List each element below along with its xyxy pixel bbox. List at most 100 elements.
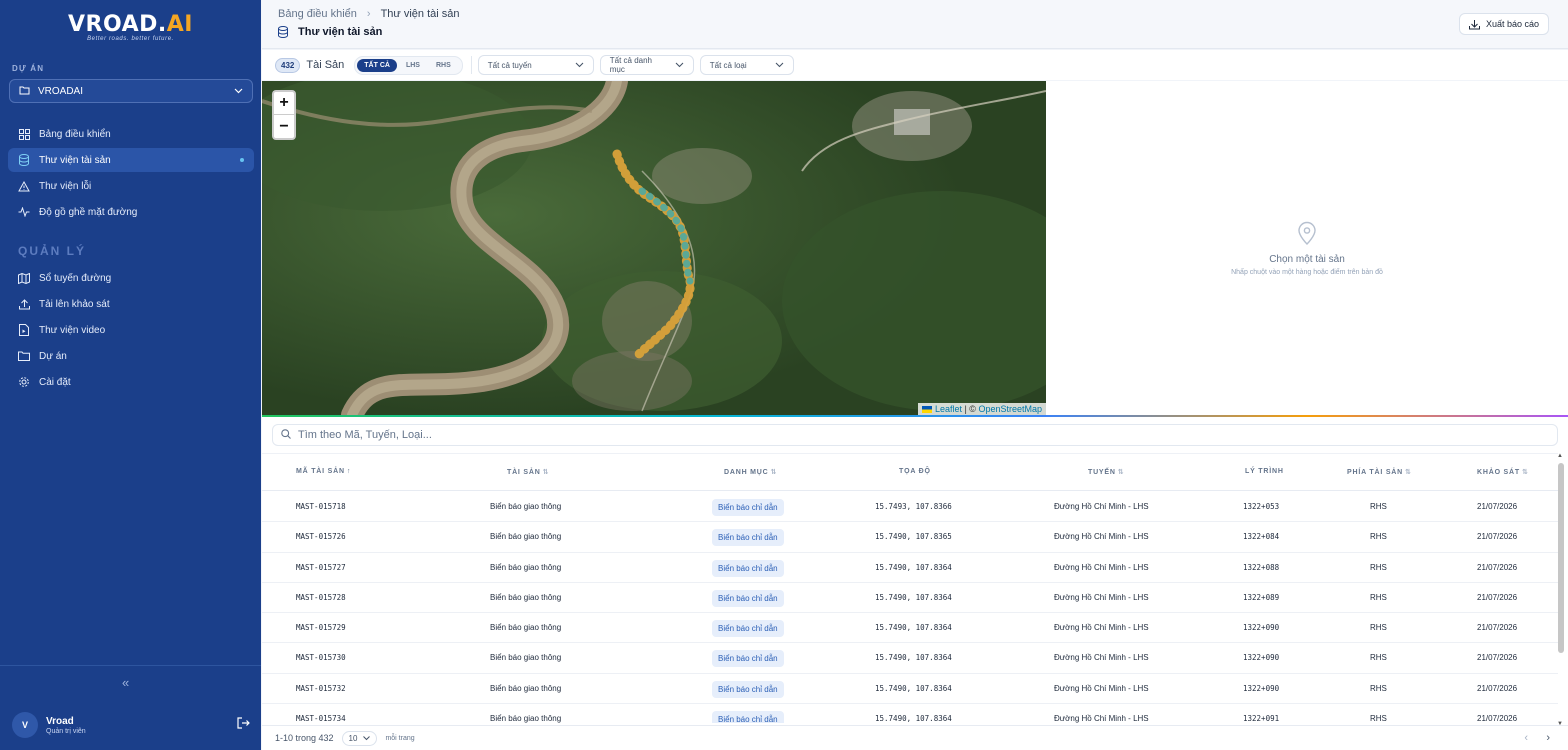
osm-link[interactable]: OpenStreetMap [978, 404, 1042, 414]
project-name: VROADAI [38, 85, 84, 97]
category-tag: Biển báo chỉ dẫn [712, 559, 784, 577]
search-input[interactable] [298, 429, 1549, 441]
table-row[interactable]: MAST-015729 Biển báo giao thông Biển báo c… [262, 613, 1558, 644]
column-header-survey[interactable]: KHẢO SÁT ⇅ [1477, 468, 1529, 476]
zoom-in-button[interactable]: + [274, 92, 294, 115]
sort-icon: ⇅ [770, 469, 778, 476]
cell-asset-id: MAST-015727 [296, 562, 346, 572]
table-row[interactable]: MAST-015730 Biển báo giao thông Biển báo c… [262, 643, 1558, 674]
category-tag: Biển báo chỉ dẫn [712, 711, 784, 723]
cell-coordinates: 15.7490, 107.8364 [875, 623, 952, 633]
cell-asset: Biển báo giao thông [490, 714, 562, 723]
cell-route: Đường Hồ Chí Minh - LHS [1054, 653, 1149, 663]
leaflet-link[interactable]: Leaflet [935, 404, 962, 414]
zoom-out-button[interactable]: − [274, 115, 294, 138]
cell-chainage: 1322+091 [1243, 714, 1280, 723]
type-filter-dropdown[interactable]: Tất cả loại [699, 55, 794, 75]
sidebar-item-label: Bảng điều khiển [39, 128, 111, 140]
column-header-coordinates: TỌA ĐỘ [899, 468, 931, 475]
map-book-icon [18, 272, 30, 284]
column-header-category[interactable]: DANH MỤC ⇅ [724, 468, 777, 476]
cell-route: Đường Hồ Chí Minh - LHS [1054, 532, 1149, 542]
logout-icon[interactable] [237, 716, 250, 734]
cell-survey-date: 21/07/2026 [1477, 562, 1518, 572]
cell-asset: Biển báo giao thông [490, 562, 562, 572]
sidebar-item-defect-library[interactable]: Thư viện lỗi [8, 174, 254, 198]
next-page-button[interactable]: › [1546, 732, 1550, 744]
scrollbar-thumb[interactable] [1558, 463, 1564, 653]
cell-chainage: 1322+053 [1243, 502, 1280, 511]
table-row[interactable]: MAST-015734 Biển báo giao thông Biển báo c… [262, 704, 1558, 723]
sidebar-item-upload-survey[interactable]: Tải lên khảo sát [8, 292, 254, 316]
column-header-chainage: LÝ TRÌNH [1245, 468, 1284, 475]
table-scrollbar[interactable]: ▲ ▼ [1557, 453, 1564, 727]
cell-route: Đường Hồ Chí Minh - LHS [1054, 592, 1149, 602]
user-name: Vroad [46, 715, 74, 727]
database-icon [18, 154, 30, 166]
prev-page-button[interactable]: ‹ [1524, 732, 1528, 744]
segment-lhs[interactable]: LHS [399, 59, 427, 72]
table-row[interactable]: MAST-015726 Biển báo giao thông Biển báo c… [262, 522, 1558, 553]
empty-state: Chọn một tài sản Nhấp chuột vào một hàng… [1046, 221, 1568, 276]
cell-asset: Biển báo giao thông [490, 592, 562, 602]
asset-detail-panel: Chọn một tài sản Nhấp chuột vào một hàng… [1046, 81, 1568, 415]
cell-coordinates: 15.7490, 107.8364 [875, 714, 952, 723]
page-size-select[interactable]: 10 [341, 730, 378, 746]
table-row[interactable]: MAST-015732 Biển báo giao thông Biển báo c… [262, 674, 1558, 705]
sidebar-item-projects[interactable]: Dự án [8, 344, 254, 368]
cell-route: Đường Hồ Chí Minh - LHS [1054, 502, 1149, 511]
sidebar-item-video-library[interactable]: Thư viện video [8, 318, 254, 342]
cell-asset: Biển báo giao thông [490, 653, 562, 663]
manage-nav: Sổ tuyến đường Tải lên khảo sát Thư viện… [8, 266, 254, 396]
table-row[interactable]: MAST-015718 Biển báo giao thông Biển báo c… [262, 492, 1558, 523]
cell-asset-id: MAST-015734 [296, 714, 346, 723]
sidebar-item-label: Thư viện tài sản [39, 154, 111, 166]
cell-route: Đường Hồ Chí Minh - LHS [1054, 562, 1149, 572]
pagination: 1-10 trong 432 10 mỗi trang ‹ › [262, 725, 1568, 750]
filter-bar: 432 Tài Sản TẤT CẢ LHS RHS Tất cả tuyến … [262, 50, 1568, 80]
project-selector[interactable]: VROADAI [9, 79, 253, 103]
sidebar-item-roughness[interactable]: Độ gồ ghề mặt đường [8, 200, 254, 224]
column-header-side[interactable]: PHÍA TÀI SẢN ⇅ [1347, 468, 1412, 476]
category-tag: Biển báo chỉ dẫn [712, 499, 784, 516]
cell-survey-date: 21/07/2026 [1477, 683, 1518, 693]
column-header-asset[interactable]: TÀI SẢN ⇅ [507, 468, 549, 476]
category-tag: Biển báo chỉ dẫn [712, 589, 784, 607]
cell-chainage: 1322+090 [1243, 683, 1280, 693]
column-header-asset-id[interactable]: MÃ TÀI SẢN ↑ [296, 468, 351, 475]
export-label: Xuất báo cáo [1485, 19, 1539, 29]
export-report-button[interactable]: Xuất báo cáo [1458, 13, 1549, 35]
segment-rhs[interactable]: RHS [429, 59, 458, 72]
search-icon [281, 426, 291, 444]
collapse-sidebar-button[interactable]: « [122, 675, 129, 690]
avatar[interactable]: V [12, 712, 38, 738]
category-filter-dropdown[interactable]: Tất cả danh mục [599, 55, 694, 75]
cell-asset-id: MAST-015718 [296, 502, 346, 511]
scroll-up-arrow[interactable]: ▲ [1557, 453, 1563, 459]
table-body: MAST-015718 Biển báo giao thông Biển báo c… [262, 492, 1558, 723]
cell-side: RHS [1370, 653, 1387, 663]
cell-coordinates: 15.7490, 107.8364 [875, 653, 952, 663]
category-tag: Biển báo chỉ dẫn [712, 620, 784, 638]
column-header-route[interactable]: TUYẾN ⇅ [1088, 468, 1124, 476]
sidebar-item-asset-library[interactable]: Thư viện tài sản [8, 148, 254, 172]
cell-survey-date: 21/07/2026 [1477, 592, 1518, 602]
breadcrumb-root-link[interactable]: Bảng điều khiển [278, 8, 357, 20]
sidebar-item-route-book[interactable]: Sổ tuyến đường [8, 266, 254, 290]
segment-all[interactable]: TẤT CẢ [357, 58, 397, 72]
sidebar-item-settings[interactable]: Cài đặt [8, 370, 254, 394]
folder-icon [18, 350, 30, 362]
category-tag: Biển báo chỉ dẫn [712, 650, 784, 668]
route-filter-dropdown[interactable]: Tất cả tuyến [477, 55, 594, 75]
route-filter-value: Tất cả tuyến [487, 60, 532, 70]
cell-survey-date: 21/07/2026 [1477, 532, 1518, 542]
breadcrumb: Bảng điều khiển › Thư viện tài sản [278, 8, 459, 20]
category-filter-value: Tất cả danh mục [609, 56, 652, 74]
sort-icon: ⇅ [1405, 469, 1412, 476]
asset-map[interactable]: + − Leaflet | © OpenStreetMap [262, 81, 1046, 415]
table-row[interactable]: MAST-015727 Biển báo giao thông Biển báo c… [262, 553, 1558, 583]
vroad-logo[interactable]: VROAD.AI Better roads. better future. [0, 12, 261, 42]
sidebar-item-dashboard[interactable]: Bảng điều khiển [8, 122, 254, 146]
cell-chainage: 1322+089 [1243, 592, 1280, 602]
table-row[interactable]: MAST-015728 Biển báo giao thông Biển báo c… [262, 583, 1558, 614]
